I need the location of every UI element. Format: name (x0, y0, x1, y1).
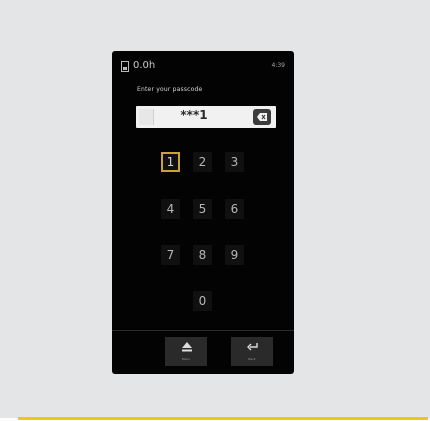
return-arrow-icon (247, 343, 258, 351)
back-softkey[interactable]: Back (231, 337, 273, 366)
key-0[interactable]: 0 (193, 291, 212, 311)
backspace-icon (257, 113, 267, 121)
key-3[interactable]: 3 (225, 152, 244, 172)
eject-icon (182, 342, 192, 352)
accent-underline (18, 417, 428, 420)
menu-softkey-label: Menu (181, 357, 191, 361)
key-9[interactable]: 9 (225, 245, 244, 265)
battery-icon (121, 61, 129, 72)
key-6[interactable]: 6 (225, 199, 244, 219)
softkey-divider (112, 330, 294, 331)
device-screen: 0.0h 4:39 Enter your passcode ***1 1 2 3… (112, 51, 294, 374)
back-softkey-label: Back (248, 357, 256, 361)
key-1[interactable]: 1 (161, 152, 180, 172)
key-8[interactable]: 8 (193, 245, 212, 265)
clock: 4:39 (271, 62, 285, 69)
passcode-input[interactable]: ***1 (136, 106, 276, 128)
key-4[interactable]: 4 (161, 199, 180, 219)
product-card: 0.0h 4:39 Enter your passcode ***1 1 2 3… (0, 0, 430, 418)
key-2[interactable]: 2 (193, 152, 212, 172)
battery-status: 0.0h (133, 60, 156, 71)
passcode-prompt: Enter your passcode (137, 86, 203, 93)
key-7[interactable]: 7 (161, 245, 180, 265)
key-5[interactable]: 5 (193, 199, 212, 219)
menu-softkey[interactable]: Menu (165, 337, 207, 366)
status-bar: 0.0h 4:39 (112, 51, 294, 79)
backspace-button[interactable] (253, 109, 271, 125)
passcode-value: ***1 (180, 108, 208, 122)
